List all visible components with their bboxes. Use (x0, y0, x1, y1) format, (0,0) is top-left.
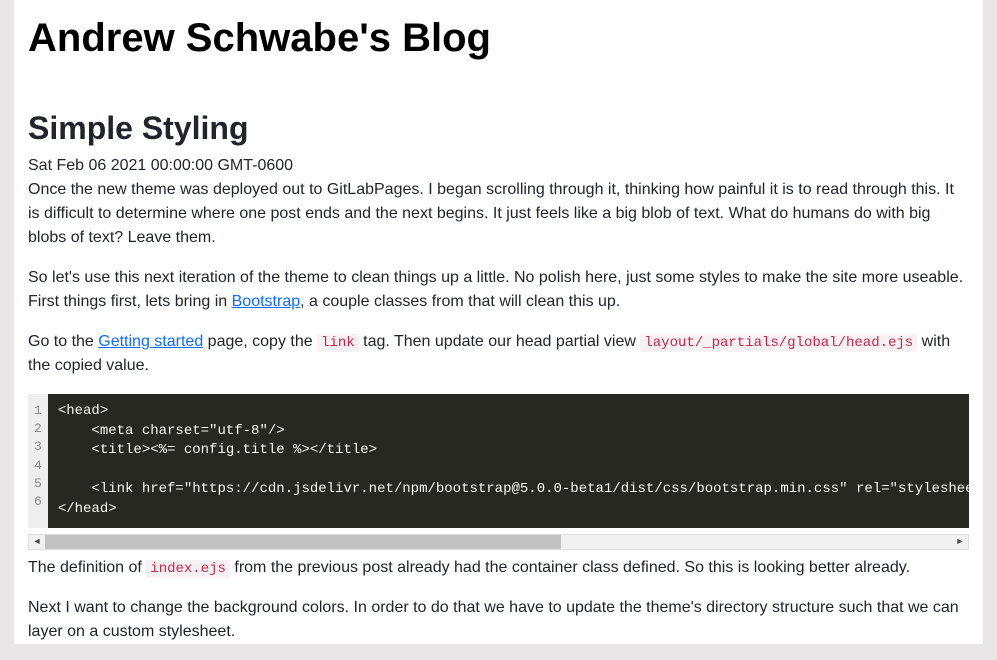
line-number: 3 (34, 438, 42, 456)
code-content: <head> <meta charset="utf-8"/> <title><%… (48, 394, 969, 528)
paragraph: Go to the Getting started page, copy the… (28, 330, 969, 378)
text: , a couple classes from that will clean … (300, 293, 620, 310)
text: The definition of (28, 559, 146, 576)
paragraph: The definition of index.ejs from the pre… (28, 556, 969, 580)
paragraph: So let's use this next iteration of the … (28, 266, 969, 314)
code-block: 1 2 3 4 5 6 <head> <meta charset="utf-8"… (28, 394, 969, 528)
paragraph: Once the new theme was deployed out to G… (28, 178, 969, 250)
page-wrapper: Andrew Schwabe's Blog Simple Styling Sat… (14, 0, 983, 644)
line-number: 1 (34, 402, 42, 420)
line-number: 5 (34, 475, 42, 493)
text: page, copy the (203, 333, 317, 350)
scrollbar-thumb[interactable] (45, 535, 561, 549)
blog-post: Simple Styling Sat Feb 06 2021 00:00:00 … (28, 72, 969, 644)
post-date: Sat Feb 06 2021 00:00:00 GMT-0600 (28, 154, 969, 178)
text: Go to the (28, 333, 98, 350)
text: tag. Then update our head partial view (359, 333, 641, 350)
line-number: 4 (34, 457, 42, 475)
site-title: Andrew Schwabe's Blog (28, 0, 969, 72)
scroll-right-arrow[interactable]: ► (952, 535, 968, 549)
bootstrap-link[interactable]: Bootstrap (232, 293, 300, 310)
post-body: Once the new theme was deployed out to G… (28, 178, 969, 644)
line-numbers: 1 2 3 4 5 6 (28, 394, 48, 528)
inline-code: layout/_partials/global/head.ejs (640, 334, 917, 352)
post-title: Simple Styling (28, 104, 969, 152)
line-number: 2 (34, 420, 42, 438)
inline-code: link (317, 334, 359, 352)
line-number: 6 (34, 493, 42, 511)
getting-started-link[interactable]: Getting started (98, 333, 203, 350)
horizontal-scrollbar[interactable]: ◄ ► (28, 534, 969, 550)
inline-code: index.ejs (146, 560, 230, 578)
paragraph: Next I want to change the background col… (28, 596, 969, 644)
scroll-left-arrow[interactable]: ◄ (29, 535, 45, 549)
text: from the previous post already had the c… (230, 559, 910, 576)
